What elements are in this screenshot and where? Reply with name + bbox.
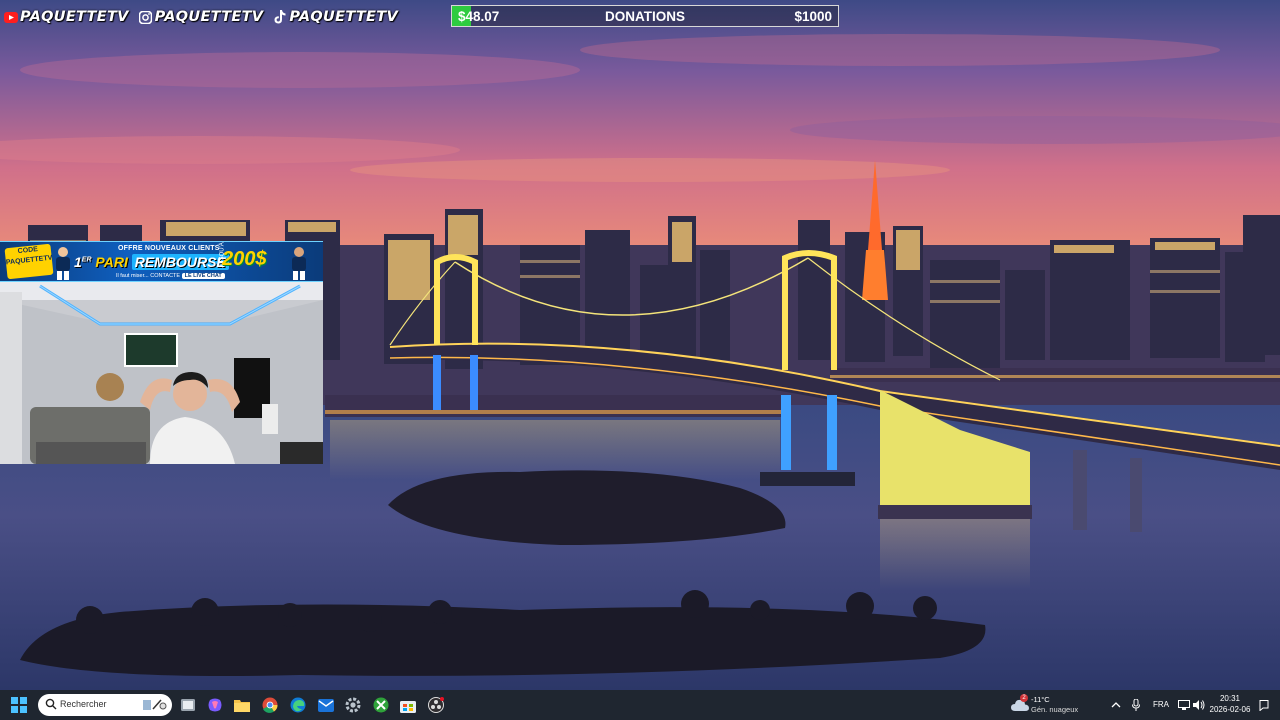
sponsor-fine-print: Il faut miser... CONTACTE LE LIVE CHAT xyxy=(116,273,225,279)
donation-goal-bar: $48.07 DONATIONS $1000 xyxy=(451,5,839,27)
edge-icon[interactable] xyxy=(289,696,307,714)
folder-icon[interactable] xyxy=(233,696,251,714)
weather-badge: 2 xyxy=(1020,694,1028,702)
social-handles: PAQUETTETV PAQUETTETV PAQUETTETV xyxy=(4,6,398,28)
tiktok-handle: PAQUETTETV xyxy=(273,9,398,25)
search-placeholder: Rechercher xyxy=(60,699,107,709)
player-illustration-left xyxy=(56,247,70,280)
start-button[interactable] xyxy=(11,697,27,713)
player-illustration-right xyxy=(292,247,306,280)
webcam-feed xyxy=(0,282,323,464)
youtube-icon xyxy=(4,10,18,24)
settings-icon[interactable] xyxy=(344,696,362,714)
youtube-handle-text: PAQUETTETV xyxy=(20,9,129,25)
instagram-handle: PAQUETTETV xyxy=(139,9,264,25)
microphone-icon[interactable] xyxy=(1130,699,1142,711)
obs-icon[interactable] xyxy=(427,696,445,714)
taskbar-search[interactable]: Rechercher xyxy=(38,694,172,716)
volume-icon[interactable] xyxy=(1193,699,1205,711)
file-explorer-icon[interactable] xyxy=(179,696,197,714)
tiktok-handle-text: PAQUETTETV xyxy=(289,9,398,25)
sponsor-amount: 200$ xyxy=(222,248,267,270)
network-icon[interactable] xyxy=(1178,699,1190,711)
taskbar-clock[interactable]: 20:31 2026-02-06 xyxy=(1207,693,1253,715)
sponsor-offer: OFFRE NOUVEAUX CLIENTS xyxy=(118,245,220,252)
instagram-handle-text: PAQUETTETV xyxy=(154,9,264,25)
weather-temperature: -11°C xyxy=(1031,695,1050,704)
sponsor-code-logo: CODE PAQUETTETV xyxy=(4,243,54,280)
youtube-handle: PAQUETTETV xyxy=(4,9,129,25)
weather-condition: Gén. nuageux xyxy=(1031,705,1079,714)
chevron-up-icon[interactable] xyxy=(1110,699,1122,711)
search-highlight-icon xyxy=(143,699,167,710)
sponsor-headline: 1ER PARI REMBOURSE xyxy=(74,254,229,270)
instagram-icon xyxy=(139,10,153,24)
notification-icon[interactable] xyxy=(1258,699,1270,711)
chrome-icon[interactable] xyxy=(261,696,279,714)
mail-icon[interactable] xyxy=(317,696,335,714)
sponsor-banner: CODE PAQUETTETV OFFRE NOUVEAUX CLIENTS 1… xyxy=(0,241,323,282)
clock-date: 2026-02-06 xyxy=(1209,705,1251,714)
clock-time: 20:31 xyxy=(1219,694,1241,703)
donation-title: DONATIONS xyxy=(605,9,685,24)
xbox-icon[interactable] xyxy=(372,696,390,714)
tiktok-icon xyxy=(273,10,287,24)
store-icon[interactable] xyxy=(399,696,417,714)
search-icon xyxy=(45,698,57,710)
weather-widget[interactable]: 2 -11°C Gén. nuageux xyxy=(1011,693,1091,717)
language-indicator[interactable]: FRA xyxy=(1153,700,1169,709)
donation-goal-amount: $1000 xyxy=(794,9,832,24)
copilot-icon[interactable] xyxy=(206,696,224,714)
